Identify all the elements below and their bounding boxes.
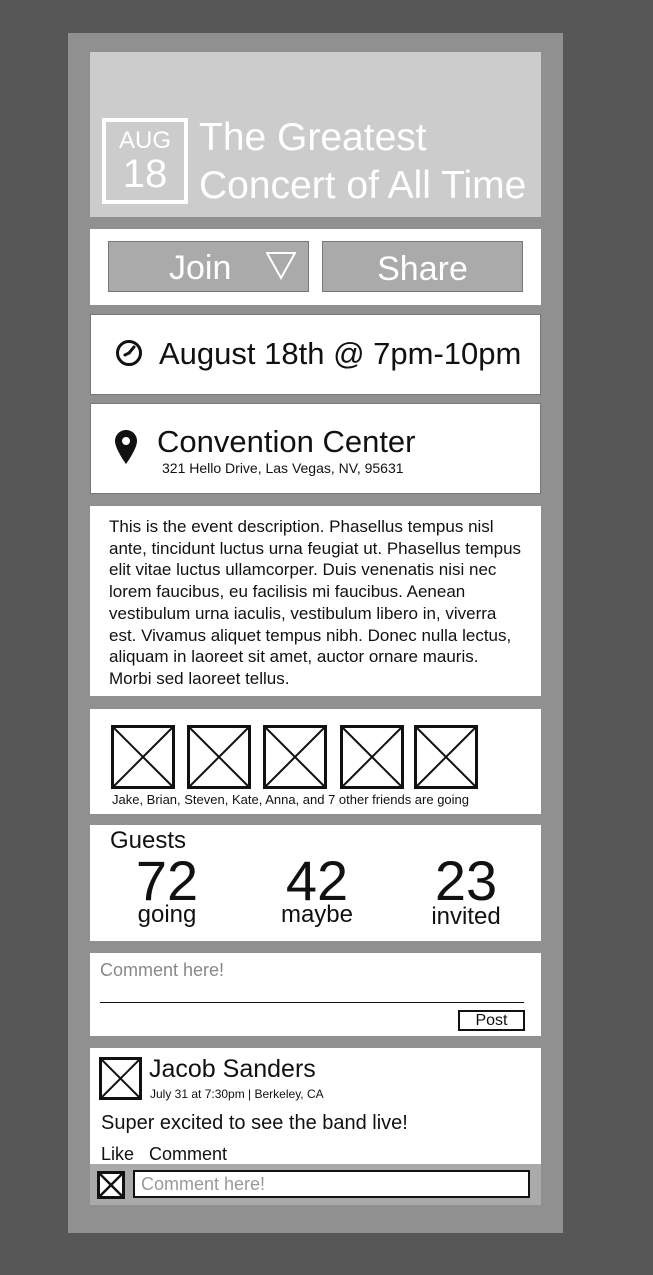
map-pin-icon xyxy=(115,430,137,464)
friends-going-text: Jake, Brian, Steven, Kate, Anna, and 7 o… xyxy=(112,792,470,807)
event-title: The Greatest Concert of All Time xyxy=(199,116,527,207)
join-button[interactable]: Join xyxy=(108,241,309,292)
action-bar: Join Share xyxy=(90,229,541,305)
maybe-label: maybe xyxy=(280,901,354,928)
author-avatar-placeholder-icon[interactable] xyxy=(99,1057,142,1100)
event-month: AUG xyxy=(118,127,171,154)
friend-avatar-placeholder-icon[interactable] xyxy=(340,725,404,789)
invited-stat[interactable]: 23 invited xyxy=(401,853,531,929)
share-button[interactable]: Share xyxy=(322,241,523,292)
share-button-label: Share xyxy=(377,250,468,288)
friends-going: Jake, Brian, Steven, Kate, Anna, and 7 o… xyxy=(90,709,541,814)
going-label: going xyxy=(137,901,197,928)
friend-avatar-placeholder-icon[interactable] xyxy=(187,725,251,789)
comment-post: Jacob Sanders July 31 at 7:30pm | Berkel… xyxy=(90,1048,541,1205)
event-description: This is the event description. Phasellus… xyxy=(90,506,541,696)
event-location-row: Convention Center 321 Hello Drive, Las V… xyxy=(90,403,541,494)
clock-icon xyxy=(116,340,142,366)
reply-input[interactable] xyxy=(133,1170,530,1198)
event-header: AUG 18 The Greatest Concert of All Time xyxy=(90,52,541,217)
guest-stats: Guests 72 going 42 maybe 23 invited xyxy=(90,825,541,941)
post-meta: July 31 at 7:30pm | Berkeley, CA xyxy=(150,1087,324,1101)
event-day: 18 xyxy=(122,152,168,196)
event-description-text: This is the event description. Phasellus… xyxy=(109,517,522,688)
triangle-down-icon xyxy=(266,252,296,280)
comment-input[interactable] xyxy=(100,959,524,1003)
event-time-row: August 18th @ 7pm-10pm xyxy=(90,314,541,395)
friend-avatar-placeholder-icon[interactable] xyxy=(111,725,175,789)
post-body: Super excited to see the band live! xyxy=(101,1112,408,1134)
invited-count: 23 xyxy=(434,849,498,912)
event-time: August 18th @ 7pm-10pm xyxy=(159,336,522,371)
reply-avatar-placeholder-icon xyxy=(97,1171,125,1199)
reply-bar xyxy=(90,1164,541,1205)
event-page: AUG 18 The Greatest Concert of All Time … xyxy=(68,33,563,1233)
going-stat[interactable]: 72 going xyxy=(102,853,232,927)
event-date-badge: AUG 18 xyxy=(102,118,188,204)
join-button-label: Join xyxy=(169,249,232,287)
post-button[interactable]: Post xyxy=(458,1010,525,1031)
maybe-stat[interactable]: 42 maybe xyxy=(252,853,382,927)
friend-avatar-placeholder-icon[interactable] xyxy=(414,725,478,789)
post-author[interactable]: Jacob Sanders xyxy=(149,1054,316,1084)
invited-label: invited xyxy=(431,903,501,930)
like-link[interactable]: Like xyxy=(101,1143,134,1165)
friend-avatar-placeholder-icon[interactable] xyxy=(263,725,327,789)
comment-composer: Post xyxy=(90,953,541,1036)
venue-address: 321 Hello Drive, Las Vegas, NV, 95631 xyxy=(162,460,404,476)
comment-link[interactable]: Comment xyxy=(149,1143,227,1165)
venue-name: Convention Center xyxy=(157,424,416,459)
